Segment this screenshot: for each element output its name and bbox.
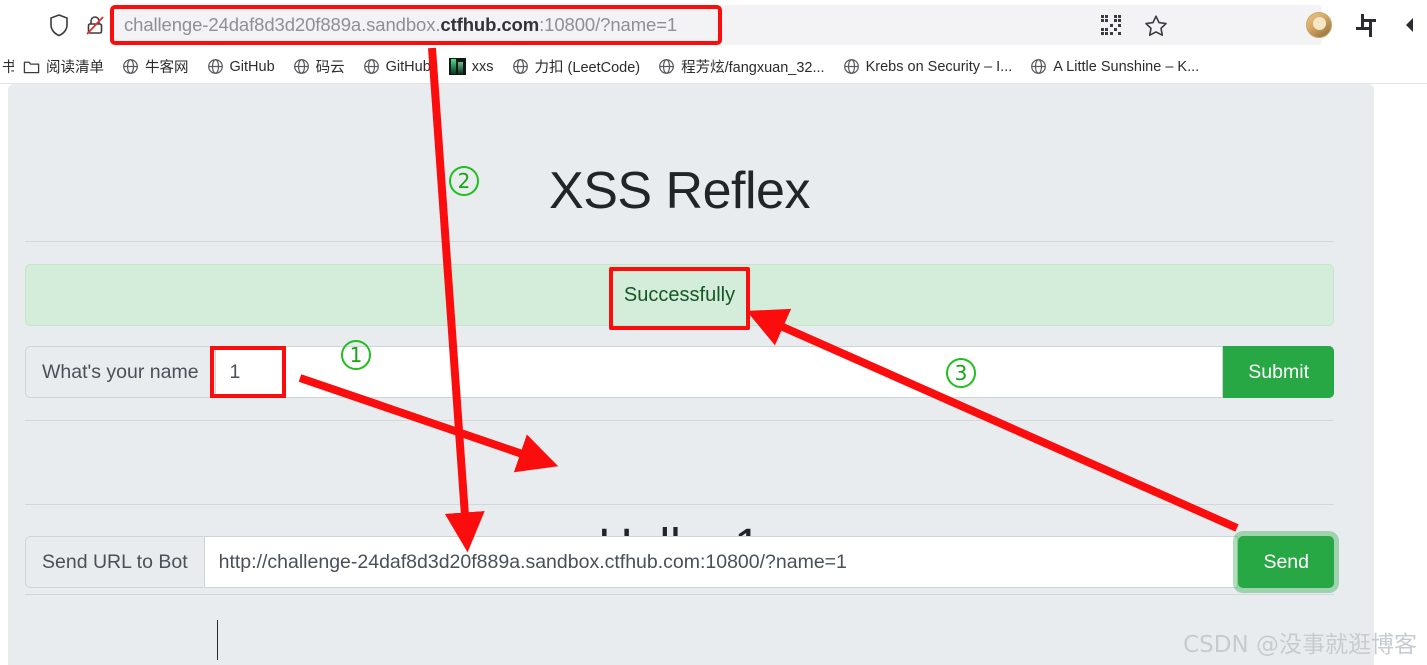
bookmark-label: GitHub [385, 58, 431, 75]
send-button[interactable]: Send [1238, 536, 1334, 588]
page-viewport: XSS Reflex Successfully What's your name… [0, 84, 1427, 665]
dark-site-icon [448, 58, 466, 75]
bot-url-form-group: Send URL to Bot Send [25, 536, 1334, 588]
url-prefix: challenge-24daf8d3d20f889a.sandbox. [124, 14, 441, 35]
bookmark-item-5[interactable]: xxs [440, 50, 503, 83]
status-banner: Successfully [25, 264, 1334, 326]
tracker-protection-off-icon[interactable] [84, 13, 106, 37]
globe-icon [293, 59, 309, 74]
divider-4 [25, 594, 1334, 595]
csdn-watermark: CSDN @没事就逛博客 [1183, 632, 1417, 658]
globe-icon [207, 59, 223, 74]
submit-button[interactable]: Submit [1223, 346, 1334, 398]
globe-icon [659, 59, 675, 74]
url-domain: ctfhub.com [440, 14, 540, 35]
bookmark-label: 阅读清单 [46, 60, 104, 76]
urlbar-right-strip [722, 5, 1322, 45]
bookmarks-bar: 书 阅读清单 牛客网 GitHub 码云 GitHub xxs [0, 50, 1427, 84]
bookmark-item-2[interactable]: GitHub [198, 50, 284, 83]
bookmark-item-7[interactable]: 程芳炫/fangxuan_32... [649, 50, 833, 83]
address-bar-text: challenge-24daf8d3d20f889a.sandbox. ctfhu… [124, 5, 677, 45]
browser-extension-icons [1306, 0, 1417, 50]
shield-icon[interactable] [48, 13, 70, 37]
screenshot-crop-icon[interactable] [1356, 13, 1379, 37]
bot-url-label: Send URL to Bot [25, 536, 204, 588]
folder-icon [23, 61, 40, 74]
screenshot-root: challenge-24daf8d3d20f889a.sandbox. ctfhu… [0, 0, 1427, 665]
bookmark-item-9[interactable]: A Little Sunshine – K... [1021, 50, 1208, 83]
browser-toolbar: challenge-24daf8d3d20f889a.sandbox. ctfhu… [0, 0, 1427, 50]
url-suffix: :10800/?name=1 [539, 14, 678, 35]
globe-icon [512, 59, 528, 74]
bookmark-label: A Little Sunshine – K... [1053, 58, 1200, 75]
divider-2 [25, 420, 1334, 421]
bookmark-label: GitHub [229, 58, 275, 75]
page-title: XSS Reflex [549, 162, 810, 220]
bookmark-item-8[interactable]: Krebs on Security – I... [834, 50, 1022, 83]
bookmark-label: xxs [471, 58, 494, 75]
text-caret [217, 620, 218, 660]
globe-icon [1031, 59, 1047, 74]
divider-3 [25, 504, 1334, 505]
bookmark-item-3[interactable]: 码云 [284, 50, 354, 83]
name-field-label: What's your name [25, 346, 215, 398]
qr-code-icon[interactable] [1100, 14, 1122, 36]
bookmark-item-6[interactable]: 力扣 (LeetCode) [503, 50, 650, 83]
address-bar[interactable]: challenge-24daf8d3d20f889a.sandbox. ctfhu… [110, 5, 722, 45]
globe-icon [123, 59, 138, 74]
bookmark-label: 码云 [315, 60, 345, 76]
urlbar-left-icons [48, 13, 106, 37]
collapse-chevron-icon[interactable] [1403, 15, 1417, 35]
urlbar-right-icons [1100, 0, 1168, 50]
account-avatar-icon[interactable] [1306, 12, 1332, 38]
name-form-group: What's your name Submit [25, 346, 1334, 398]
bot-url-input[interactable] [203, 536, 1239, 588]
bookmark-label: Krebs on Security – I... [865, 58, 1013, 75]
bookmark-label: 牛客网 [145, 60, 189, 76]
bookmark-label-clipped: 书 [2, 56, 14, 77]
globe-icon [363, 59, 379, 74]
divider-1 [25, 241, 1334, 242]
globe-icon [843, 59, 859, 74]
bookmark-item-4[interactable]: GitHub [354, 50, 440, 83]
bookmark-label: 程芳炫/fangxuan_32... [681, 60, 825, 76]
bookmark-item-0[interactable]: 阅读清单 [14, 50, 113, 83]
status-banner-text: Successfully [623, 283, 736, 306]
bookmark-item-1[interactable]: 牛客网 [113, 50, 198, 83]
bookmark-label: 力扣 (LeetCode) [534, 60, 641, 76]
content-container: XSS Reflex Successfully What's your name… [25, 84, 1334, 665]
bookmark-star-icon[interactable] [1144, 14, 1168, 37]
bookmark-clipped-left[interactable]: 书 [0, 50, 14, 83]
name-input[interactable] [214, 346, 1224, 398]
